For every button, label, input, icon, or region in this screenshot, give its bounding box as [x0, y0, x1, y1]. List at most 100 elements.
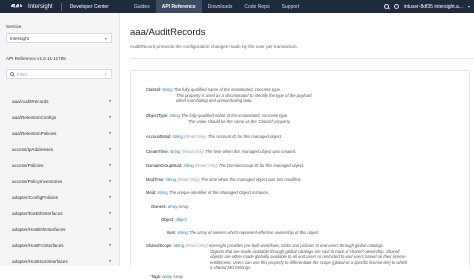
read-only-badge: (Read Only) [185, 243, 208, 248]
property-domaingroupmoid: DomainGroupMoid: string (Read Only) The … [146, 163, 304, 169]
sidebar-item-access-policies[interactable]: access/Policies ▾ [0, 158, 119, 174]
property-type: array [167, 204, 178, 209]
read-only-badge: (Read Only) [194, 163, 218, 168]
api-version-label: API Reference v1.0.11-11765 [6, 56, 66, 61]
property-name: Owners: [151, 204, 167, 209]
property-description: The DomainGroup ID for this managed obje… [218, 163, 305, 168]
sidebar-item-label: adapter/ConfigPolicies [12, 195, 58, 200]
sidebar-item-adapter-hostethinterfaces[interactable]: adapter/HostEthInterfaces ▾ [0, 222, 119, 238]
sidebar-item-label: access/Policies [12, 163, 44, 168]
chevron-down-icon: ▾ [108, 210, 111, 215]
property-type: string [183, 163, 194, 168]
property-name: ObjectType: [146, 113, 169, 118]
property-type: object [175, 217, 187, 222]
read-only-badge: (Read Only) [181, 149, 205, 154]
sidebar-item-label: adapter/ExtEthInterfaces [12, 211, 63, 216]
property-description: The Account ID for this managed object. [207, 134, 283, 139]
chevron-down-icon: ▾ [108, 242, 111, 247]
sidebar: Service Intersight ▾ API Reference v1.0.… [0, 13, 120, 266]
sidebar-item-aaa-retentionconfigs[interactable]: aaa/RetentionConfigs ▾ [0, 110, 119, 126]
sidebar-item-adapter-hostfcinterfaces[interactable]: adapter/HostFcInterfaces ▾ [0, 238, 119, 254]
service-select-value: Intersight [10, 35, 29, 41]
property-description-line: when marshaling and unmarshaling data. [176, 98, 253, 103]
chevron-down-icon: ▾ [108, 146, 111, 151]
property-tags: Tags: array Array [151, 274, 183, 280]
clear-icon[interactable]: × [104, 72, 107, 77]
property-name: ClassId: [146, 87, 162, 92]
property-object: Object: object [161, 217, 187, 223]
cisco-logo-text: cisco [13, 5, 19, 9]
topbar-right: intuser-8df35 intersight.a... ▾ [383, 0, 470, 13]
property-classid: ClassId: string The fully-qualified name… [146, 87, 311, 104]
property-name: Tags: [151, 274, 162, 279]
chevron-down-icon: ▾ [108, 258, 111, 263]
property-type: string [157, 190, 168, 195]
user-name[interactable]: intuser-8df35 intersight.a... [404, 4, 463, 10]
chevron-down-icon: ▾ [108, 114, 111, 119]
chevron-down-icon: ▾ [108, 98, 111, 103]
brand-name[interactable]: Intersight [28, 4, 53, 10]
sidebar-item-access-policyinventories[interactable]: access/PolicyInventories ▾ [0, 174, 119, 190]
sidebar-item-label: adapter/HostEthInterfaces [12, 227, 66, 232]
property-owners: Owners: array Array [151, 204, 189, 210]
sidebar-item-label: adapter/HostIscsiInterfaces [12, 259, 68, 264]
property-name: AccountMoid: [146, 134, 172, 139]
sidebar-item-adapter-extethinterfaces[interactable]: adapter/ExtEthInterfaces ▾ [0, 206, 119, 222]
main-content: aaa/AuditRecords AuditRecord presents th… [130, 13, 474, 279]
property-type: string [177, 230, 188, 235]
sidebar-item-label: aaa/RetentionPolicies [12, 131, 57, 136]
property-name: Moid: [146, 190, 157, 195]
sidebar-item-label: aaa/AuditRecords [12, 99, 49, 104]
property-accountmoid: AccountMoid: string (Read Only) The Acco… [146, 134, 282, 140]
property-type: array [162, 274, 172, 279]
property-description: The fully-qualified name of the instanti… [180, 113, 289, 118]
chevron-down-icon: ▾ [108, 130, 111, 135]
chevron-down-icon[interactable]: ▾ [468, 4, 470, 9]
sidebar-item-aaa-auditrecords[interactable]: aaa/AuditRecords ▾ [0, 94, 119, 110]
property-type: string [162, 87, 173, 92]
chevron-down-icon: ▾ [108, 178, 111, 183]
user-avatar-icon[interactable] [393, 4, 399, 9]
property-type: string [173, 243, 184, 248]
nav-downloads[interactable]: Downloads [202, 0, 239, 13]
top-bar: cisco Intersight Developer Center Guides… [0, 0, 474, 13]
property-description: The time when this managed object was cr… [205, 149, 297, 154]
nav-api-reference[interactable]: API Reference [155, 0, 202, 13]
property-name: DomainGroupMoid: [146, 163, 183, 168]
page-title: aaa/AuditRecords [130, 27, 206, 38]
nav-code-repo[interactable]: Code Repo [238, 0, 275, 13]
filter-input[interactable]: Filter... × [6, 69, 112, 79]
chevron-down-icon: ▾ [104, 36, 107, 41]
read-only-badge: (Read Only) [183, 134, 207, 139]
property-name: SharedScope: [146, 243, 173, 248]
sidebar-item-access-ipaddresses[interactable]: access/IpAddresses ▾ [0, 142, 119, 158]
page-description: AuditRecord presents the configuration c… [130, 44, 298, 49]
sidebar-item-label: aaa/RetentionConfigs [12, 115, 57, 120]
search-icon[interactable] [383, 4, 389, 9]
filter-placeholder: Filter... [17, 71, 31, 77]
section-title: Developer Center [69, 3, 109, 10]
property-description: The time when this managed object was la… [200, 177, 302, 182]
service-select[interactable]: Intersight ▾ [6, 33, 112, 43]
chevron-down-icon: ▾ [108, 194, 111, 199]
cisco-logo[interactable]: cisco [6, 3, 26, 10]
sidebar-item-label: adapter/HostFcInterfaces [12, 243, 64, 248]
property-name: CreateTime: [146, 149, 169, 154]
property-moid: Moid: string The unique identifier of th… [146, 190, 269, 196]
schema-box: ClassId: string The fully-qualified name… [130, 70, 470, 279]
sidebar-item-adapter-configpolicies[interactable]: adapter/ConfigPolicies ▾ [0, 190, 119, 206]
nav-support[interactable]: Support [276, 0, 306, 13]
property-name: Item: [167, 230, 177, 235]
property-description: The unique identifier of this Managed Ob… [168, 190, 269, 195]
topbar-divider [60, 2, 62, 11]
nav-guides[interactable]: Guides [128, 0, 156, 13]
sidebar-item-label: access/IpAddresses [12, 147, 54, 152]
property-description: Array [172, 274, 183, 279]
property-description-line: objects are either made globally availab… [210, 254, 406, 259]
property-createtime: CreateTime: string (Read Only) The time … [146, 149, 296, 155]
property-type: string [172, 134, 183, 139]
sidebar-item-adapter-hostiscsiinterfaces[interactable]: adapter/HostIscsiInterfaces ▾ [0, 254, 119, 270]
property-type: string [170, 149, 181, 154]
sidebar-item-aaa-retentionpolicies[interactable]: aaa/RetentionPolicies ▾ [0, 126, 119, 142]
property-description: The fully-qualified name of the instanti… [173, 87, 282, 92]
